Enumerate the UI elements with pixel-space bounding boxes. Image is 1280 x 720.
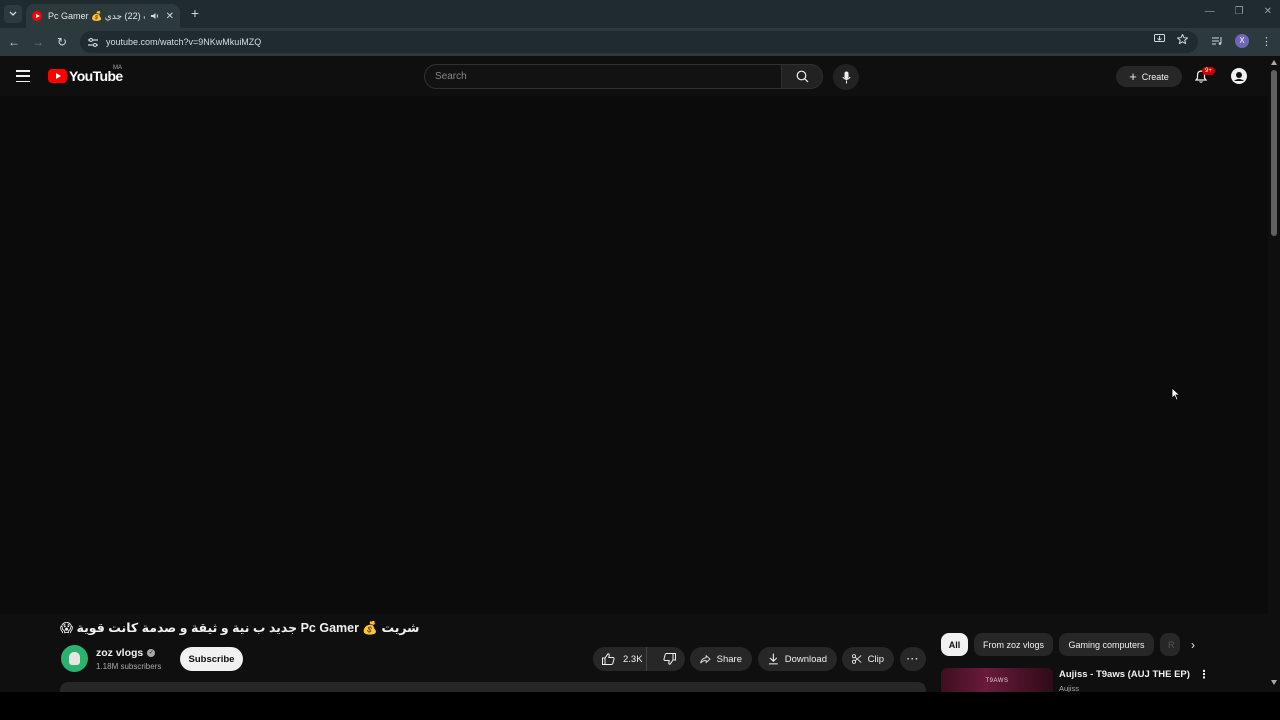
recommendation-menu-icon[interactable]: ⋮ xyxy=(1198,668,1210,684)
search-button[interactable] xyxy=(781,64,823,89)
forward-arrow-icon[interactable]: → xyxy=(30,34,46,50)
url-text: youtube.com/watch?v=9NKwMkuiMZQ xyxy=(106,37,262,47)
create-label: Create xyxy=(1141,71,1169,82)
like-button[interactable]: 2.3K xyxy=(593,647,648,671)
download-label: Download xyxy=(784,653,827,665)
create-button[interactable]: + Create xyxy=(1116,66,1182,87)
hamburger-menu-icon[interactable] xyxy=(16,70,30,82)
share-arrow-icon xyxy=(700,654,711,663)
share-label: Share xyxy=(716,653,742,665)
user-avatar-icon xyxy=(1234,72,1244,81)
reload-icon[interactable]: ↻ xyxy=(54,34,70,50)
maximize-icon[interactable]: ❐ xyxy=(1235,6,1244,17)
youtube-masthead: YouTube MA + Create 9+ xyxy=(0,56,1268,96)
chip-partial[interactable]: R xyxy=(1160,633,1180,656)
thumbs-up-icon xyxy=(602,653,615,665)
chip-from-channel[interactable]: From zoz vlogs xyxy=(974,633,1053,656)
share-button[interactable]: Share xyxy=(690,647,752,671)
channel-name: zoz vlogs xyxy=(96,647,144,659)
notification-badge: 9+ xyxy=(1202,67,1215,75)
new-tab-button[interactable]: + xyxy=(188,5,202,21)
dislike-button[interactable] xyxy=(653,647,685,671)
video-player[interactable] xyxy=(0,96,1268,614)
download-icon xyxy=(768,653,778,665)
browser-tab-active[interactable]: Pc Gamer 💰 شريت (22) جدي ✕ xyxy=(26,4,180,28)
chip-gaming-computers[interactable]: Gaming computers xyxy=(1059,633,1154,656)
description-box[interactable] xyxy=(60,682,926,692)
site-info-icon[interactable] xyxy=(88,37,98,47)
subscribe-button[interactable]: Subscribe xyxy=(180,647,243,671)
microphone-icon xyxy=(841,71,851,83)
scroll-down-arrow-icon[interactable] xyxy=(1271,680,1277,685)
voice-search-button[interactable] xyxy=(833,64,859,90)
tab-title: Pc Gamer 💰 شريت (22) جدي xyxy=(48,10,145,21)
thumbs-down-icon xyxy=(663,653,676,665)
like-dislike-group: 2.3K xyxy=(593,647,685,671)
scroll-up-arrow-icon[interactable] xyxy=(1271,60,1277,65)
search-box[interactable] xyxy=(424,64,782,89)
browser-menu-icon[interactable]: ⋮ xyxy=(1261,35,1272,48)
media-control-icon[interactable] xyxy=(1212,36,1223,46)
youtube-logo[interactable]: YouTube MA xyxy=(48,65,123,84)
scrollbar-thumb[interactable] xyxy=(1271,70,1277,236)
recommendation-title[interactable]: Aujiss - T9aws (AUJ THE EP) xyxy=(1059,669,1190,680)
youtube-favicon-icon xyxy=(32,11,42,21)
browser-toolbar: ← → ↻ youtube.com/watch?v=9NKwMkuiMZQ X … xyxy=(0,28,1280,56)
install-app-icon[interactable] xyxy=(1154,34,1165,44)
window-close-icon[interactable]: ✕ xyxy=(1264,6,1272,17)
video-title: 😱 جديد ب نية و ثيقة و صدمة كانت قوية Pc … xyxy=(60,621,420,635)
more-actions-button[interactable]: ··· xyxy=(900,647,926,671)
speaker-icon[interactable] xyxy=(150,12,160,20)
clip-button[interactable]: Clip xyxy=(842,647,894,671)
download-button[interactable]: Download xyxy=(758,647,837,671)
country-code: MA xyxy=(113,65,122,71)
recommendation-thumbnail[interactable]: T9AWS xyxy=(941,668,1053,692)
browser-tab-bar: Pc Gamer 💰 شريت (22) جدي ✕ + — ❐ ✕ xyxy=(0,0,1280,28)
thumbnail-text: T9AWS xyxy=(985,678,1009,684)
search-input[interactable] xyxy=(435,71,781,82)
address-bar[interactable]: youtube.com/watch?v=9NKwMkuiMZQ xyxy=(80,31,1198,53)
bottom-black-bar xyxy=(0,692,1280,720)
chip-all[interactable]: All xyxy=(941,633,968,656)
account-avatar[interactable] xyxy=(1231,68,1247,84)
youtube-play-icon xyxy=(48,69,67,83)
search-icon xyxy=(796,70,808,83)
browser-profile-avatar[interactable]: X xyxy=(1235,34,1249,48)
subscriber-count: 1.18M subscribers xyxy=(96,662,162,671)
plus-icon: + xyxy=(1129,68,1137,84)
tab-close-icon[interactable]: ✕ xyxy=(166,11,174,22)
more-horizontal-icon: ··· xyxy=(906,653,920,665)
back-arrow-icon[interactable]: ← xyxy=(6,34,22,50)
chevron-right-icon[interactable]: › xyxy=(1185,637,1201,653)
scissors-icon xyxy=(852,654,862,664)
verified-check-icon: ✓ xyxy=(147,649,156,657)
minimize-icon[interactable]: — xyxy=(1205,6,1215,17)
clip-label: Clip xyxy=(867,653,884,665)
channel-name-link[interactable]: zoz vlogs ✓ xyxy=(96,647,156,659)
page-scrollbar[interactable] xyxy=(1268,56,1280,692)
like-count: 2.3K xyxy=(623,653,643,665)
channel-avatar[interactable] xyxy=(61,645,88,672)
mouse-cursor-icon xyxy=(1171,387,1181,401)
bookmark-star-icon[interactable] xyxy=(1177,34,1188,44)
recommendation-channel[interactable]: Aujiss xyxy=(1059,684,1079,692)
tab-search-button[interactable] xyxy=(4,5,22,23)
chevron-down-icon xyxy=(9,11,17,16)
